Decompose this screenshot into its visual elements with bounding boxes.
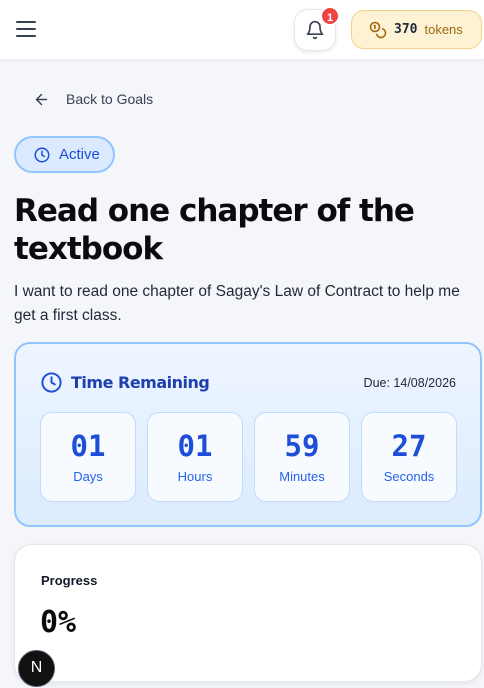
tokens-button[interactable]: 370 tokens bbox=[351, 10, 482, 49]
clock-icon bbox=[34, 147, 50, 162]
countdown-minutes-label: Minutes bbox=[279, 469, 325, 484]
floating-dev-badge[interactable]: N bbox=[18, 650, 55, 687]
goal-description: I want to read one chapter of Sagay's La… bbox=[14, 283, 460, 324]
time-remaining-title: Time Remaining bbox=[71, 373, 210, 392]
time-remaining-header: Time Remaining bbox=[40, 371, 210, 394]
coins-icon bbox=[369, 21, 387, 38]
countdown-hours-label: Hours bbox=[177, 469, 213, 484]
time-remaining-card: Time Remaining Due: 14/08/2026 01 Days 0… bbox=[14, 342, 482, 527]
status-label: Active bbox=[59, 146, 100, 163]
progress-card: Progress 0% bbox=[14, 544, 482, 682]
countdown-days-label: Days bbox=[73, 469, 103, 484]
goal-title: Read one chapter of the textbook bbox=[14, 193, 415, 267]
top-bar: 1 370 tokens bbox=[0, 0, 484, 60]
progress-label: Progress bbox=[41, 573, 98, 588]
due-date: Due: 14/08/2026 bbox=[363, 376, 456, 390]
countdown-hours-value: 01 bbox=[177, 429, 213, 463]
countdown-seconds-label: Seconds bbox=[383, 469, 435, 484]
progress-value: 0% bbox=[40, 605, 77, 640]
countdown-minutes-value: 59 bbox=[284, 429, 320, 463]
arrow-left-icon bbox=[35, 93, 48, 105]
countdown-days-value: 01 bbox=[70, 429, 106, 463]
countdown-seconds-value: 27 bbox=[391, 429, 427, 463]
tokens-label: tokens bbox=[424, 22, 463, 37]
status-badge: Active bbox=[14, 136, 115, 173]
countdown-seconds: 27 Seconds bbox=[361, 412, 457, 502]
clock-icon bbox=[41, 372, 62, 393]
countdown-days: 01 Days bbox=[40, 412, 136, 502]
hamburger-menu-icon[interactable] bbox=[15, 19, 37, 39]
countdown-hours: 01 Hours bbox=[147, 412, 243, 502]
goal-detail-page: 1 370 tokens Back to Goals Active Read o… bbox=[0, 0, 484, 688]
tokens-count: 370 bbox=[394, 22, 418, 37]
back-link-label: Back to Goals bbox=[66, 91, 154, 107]
back-to-goals-link[interactable]: Back to Goals bbox=[33, 87, 153, 111]
countdown-minutes: 59 Minutes bbox=[254, 412, 350, 502]
notification-count-badge: 1 bbox=[320, 6, 340, 26]
